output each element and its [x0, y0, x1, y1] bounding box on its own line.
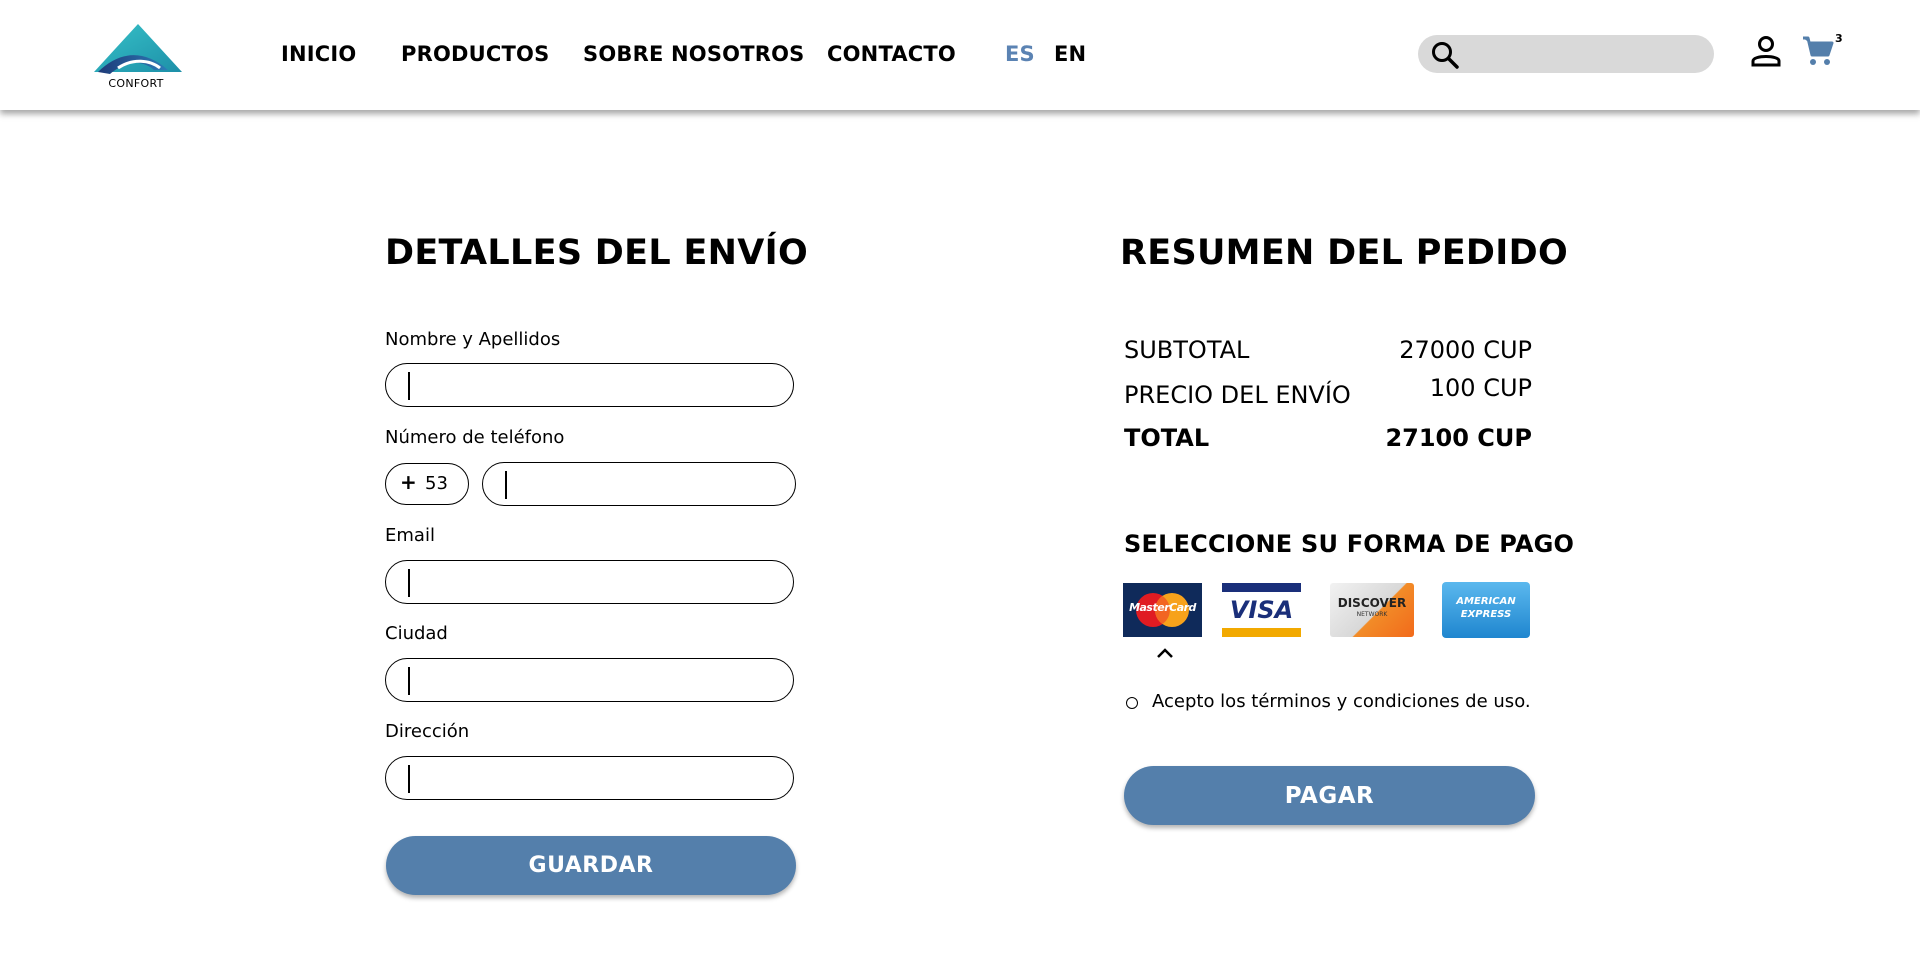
email-input[interactable] — [406, 568, 783, 596]
logo-text: CONFORT — [108, 77, 164, 90]
visa-option[interactable]: VISA — [1222, 583, 1301, 637]
lang-es-button[interactable]: ES — [1005, 42, 1035, 66]
phone-field[interactable] — [482, 462, 796, 506]
phone-prefix-field[interactable]: + 53 — [385, 463, 469, 505]
address-label: Dirección — [385, 721, 470, 742]
discover-label: DISCOVER — [1337, 596, 1407, 610]
site-header: CONFORT INICIO PRODUCTOS SOBRE NOSOTROS … — [0, 0, 1920, 110]
mastercard-option[interactable]: MasterCard — [1123, 583, 1202, 637]
visa-top-band — [1222, 583, 1301, 592]
shipping-price-value: 100 CUP — [1429, 374, 1532, 402]
chevron-up-icon — [1157, 648, 1173, 658]
nav-item-sobre-nosotros[interactable]: SOBRE NOSOTROS — [583, 42, 805, 66]
mastercard-label: MasterCard — [1129, 601, 1196, 614]
visa-label: VISA — [1229, 596, 1294, 624]
discover-option[interactable]: DISCOVER NETWORK — [1330, 583, 1414, 637]
email-label: Email — [385, 525, 435, 546]
phone-prefix-plus: + — [400, 470, 417, 494]
amex-label-line2: EXPRESS — [1460, 609, 1512, 620]
city-label: Ciudad — [385, 623, 448, 644]
address-input[interactable] — [406, 764, 783, 792]
payment-method-title: SELECCIONE SU FORMA DE PAGO — [1124, 530, 1575, 558]
search-input[interactable] — [1466, 39, 1702, 69]
email-field[interactable] — [385, 560, 794, 604]
cart-count-badge: 3 — [1835, 32, 1843, 45]
total-label: TOTAL — [1124, 424, 1210, 452]
shipping-title: DETALLES DEL ENVÍO — [385, 233, 809, 273]
subtotal-value: 27000 CUP — [1399, 336, 1532, 364]
cart-icon[interactable] — [1801, 34, 1835, 68]
phone-label: Número de teléfono — [385, 427, 565, 448]
confort-logo[interactable]: CONFORT — [88, 22, 184, 92]
pay-button[interactable]: PAGAR — [1124, 766, 1535, 825]
total-value: 27100 CUP — [1385, 424, 1532, 452]
amex-option[interactable]: AMERICAN EXPRESS — [1442, 582, 1530, 638]
address-field[interactable] — [385, 756, 794, 800]
search-bar — [1418, 35, 1714, 73]
lang-en-button[interactable]: EN — [1054, 42, 1086, 66]
search-icon[interactable] — [1430, 40, 1460, 70]
name-input[interactable] — [406, 371, 783, 399]
visa-bottom-band — [1222, 628, 1301, 637]
discover-network-label: NETWORK — [1356, 611, 1388, 618]
city-input[interactable] — [406, 666, 783, 694]
nav-item-inicio[interactable]: INICIO — [281, 42, 356, 66]
nav-item-contacto[interactable]: CONTACTO — [827, 42, 956, 66]
save-button[interactable]: GUARDAR — [386, 836, 796, 895]
summary-title: RESUMEN DEL PEDIDO — [1120, 233, 1568, 273]
user-icon[interactable] — [1749, 34, 1783, 68]
phone-prefix-code: 53 — [425, 473, 448, 494]
name-field[interactable] — [385, 363, 794, 407]
logo-mark-icon — [94, 24, 182, 74]
subtotal-label: SUBTOTAL — [1124, 336, 1250, 364]
name-label: Nombre y Apellidos — [385, 329, 561, 350]
nav-item-productos[interactable]: PRODUCTOS — [401, 42, 549, 66]
city-field[interactable] — [385, 658, 794, 702]
terms-label: Acepto los términos y condiciones de uso… — [1152, 691, 1531, 712]
phone-input[interactable] — [503, 470, 785, 498]
amex-label-line1: AMERICAN — [1456, 596, 1516, 607]
shipping-price-label: PRECIO DEL ENVÍO — [1124, 381, 1351, 409]
terms-radio[interactable] — [1126, 697, 1138, 709]
